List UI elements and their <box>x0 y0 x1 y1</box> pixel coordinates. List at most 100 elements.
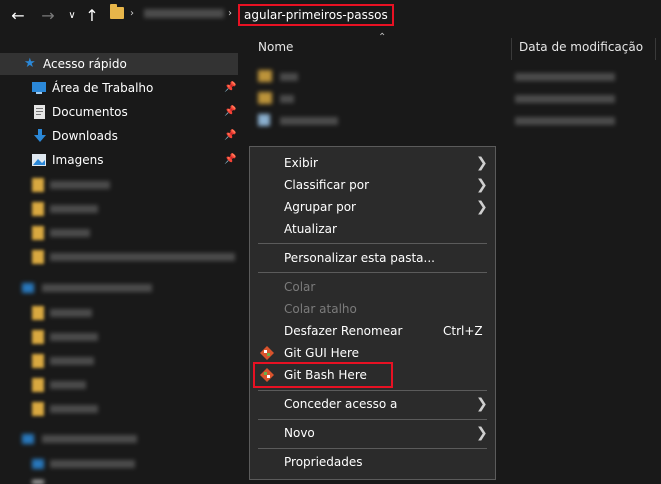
star-icon: ★ <box>24 56 36 71</box>
context-menu: Exibir ❯ Classificar por ❯ Agrupar por ❯… <box>249 146 496 480</box>
redacted-folder-name <box>50 405 98 413</box>
drive-icon <box>22 283 34 293</box>
menu-item-new[interactable]: Novo ❯ <box>250 422 495 444</box>
pin-icon[interactable]: 📌 <box>224 77 236 99</box>
sidebar-item-label: Imagens <box>52 153 104 167</box>
address-bar-row: ← → ∨ ↑ › › agular-primeiros-passos <box>0 0 661 32</box>
redacted-folder-name <box>50 205 98 213</box>
breadcrumb-current[interactable]: agular-primeiros-passos <box>238 4 394 26</box>
redacted-folder-name <box>50 381 86 389</box>
chevron-right-icon: ❯ <box>476 425 488 441</box>
sidebar-item-pictures[interactable]: Imagens 📌 <box>0 149 238 171</box>
menu-item-give-access[interactable]: Conceder acesso a ❯ <box>250 393 495 415</box>
arrow-right-icon[interactable]: → <box>38 6 58 26</box>
redacted-folder-name <box>42 435 137 443</box>
sidebar-item-downloads[interactable]: Downloads 📌 <box>0 125 238 147</box>
menu-item-label: Colar atalho <box>284 302 357 316</box>
pin-icon[interactable]: 📌 <box>224 101 236 123</box>
redacted-date <box>515 117 615 125</box>
menu-item-git-gui-here[interactable]: Git GUI Here <box>250 342 495 364</box>
folder-icon <box>258 70 272 82</box>
file-icon <box>258 114 270 126</box>
menu-item-undo-rename[interactable]: Desfazer Renomear Ctrl+Z <box>250 320 495 342</box>
redacted-folder-name <box>50 460 135 468</box>
breadcrumb-separator-icon: › <box>228 8 232 19</box>
column-divider[interactable] <box>511 38 512 60</box>
menu-item-label: Conceder acesso a <box>284 397 398 411</box>
menu-item-customize-folder[interactable]: Personalizar esta pasta... <box>250 247 495 269</box>
menu-item-label: Exibir <box>284 156 318 170</box>
chevron-down-icon[interactable]: ∨ <box>62 6 82 26</box>
breadcrumb-separator-icon: › <box>130 8 134 19</box>
menu-separator <box>258 390 487 391</box>
sort-ascending-icon: ⌃ <box>378 32 387 43</box>
menu-item-label: Personalizar esta pasta... <box>284 251 435 265</box>
menu-item-label: Git GUI Here <box>284 346 360 360</box>
drive-icon <box>32 459 44 469</box>
redacted-file-name <box>280 73 298 81</box>
chevron-right-icon: ❯ <box>476 396 488 412</box>
menu-separator <box>258 272 487 273</box>
pin-icon[interactable]: 📌 <box>224 149 236 171</box>
menu-item-sort-by[interactable]: Classificar por ❯ <box>250 174 495 196</box>
shortcut-label: Ctrl+Z <box>443 324 483 338</box>
folder-icon <box>32 306 44 320</box>
menu-item-label: Novo <box>284 426 315 440</box>
redacted-folder-name <box>50 253 235 261</box>
desktop-icon <box>32 82 46 94</box>
redacted-folder-name <box>50 229 90 237</box>
chevron-right-icon: ❯ <box>476 199 488 215</box>
folder-icon <box>32 202 44 216</box>
menu-item-properties[interactable]: Propriedades <box>250 451 495 473</box>
menu-separator <box>258 243 487 244</box>
folder-icon <box>110 4 124 19</box>
arrow-up-icon[interactable]: ↑ <box>82 6 102 26</box>
column-header-modified[interactable]: Data de modificação <box>519 40 643 54</box>
chevron-right-icon: ❯ <box>476 155 488 171</box>
column-divider[interactable] <box>655 38 656 60</box>
menu-separator <box>258 419 487 420</box>
folder-icon <box>32 330 44 344</box>
folder-icon <box>258 92 272 104</box>
file-icon <box>32 480 44 484</box>
menu-separator <box>258 448 487 449</box>
redacted-folder-name <box>42 284 152 292</box>
folder-icon <box>32 378 44 392</box>
pin-icon[interactable]: 📌 <box>224 125 236 147</box>
redacted-date <box>515 73 615 81</box>
sidebar-item-documents[interactable]: Documentos 📌 <box>0 101 238 123</box>
redacted-folder-name <box>50 357 94 365</box>
menu-item-view[interactable]: Exibir ❯ <box>250 152 495 174</box>
redacted-date <box>515 95 615 103</box>
menu-item-group-by[interactable]: Agrupar por ❯ <box>250 196 495 218</box>
menu-item-paste: Colar <box>250 276 495 298</box>
menu-item-label: Desfazer Renomear <box>284 324 403 338</box>
sidebar-item-label: Downloads <box>52 129 118 143</box>
drive-icon <box>22 434 34 444</box>
arrow-left-icon[interactable]: ← <box>8 6 28 26</box>
menu-item-paste-shortcut: Colar atalho <box>250 298 495 320</box>
download-icon <box>34 129 46 142</box>
menu-item-label: Classificar por <box>284 178 370 192</box>
menu-item-label: Colar <box>284 280 316 294</box>
folder-icon <box>32 226 44 240</box>
sidebar-item-label: Documentos <box>52 105 128 119</box>
sidebar-item-label: Acesso rápido <box>43 57 127 71</box>
sidebar-item-desktop[interactable]: Área de Trabalho 📌 <box>0 77 238 99</box>
menu-item-label: Atualizar <box>284 222 337 236</box>
sidebar-item-quick-access[interactable]: ★ Acesso rápido <box>0 53 238 75</box>
chevron-right-icon: ❯ <box>476 177 488 193</box>
redacted-folder-name <box>50 181 110 189</box>
menu-item-label: Propriedades <box>284 455 363 469</box>
folder-icon <box>32 250 44 264</box>
menu-item-label: Agrupar por <box>284 200 356 214</box>
menu-item-refresh[interactable]: Atualizar <box>250 218 495 240</box>
folder-icon <box>32 178 44 192</box>
column-header-name[interactable]: Nome <box>258 40 293 54</box>
highlight-box <box>253 362 393 388</box>
redacted-folder-name <box>50 309 92 317</box>
documents-icon <box>34 105 45 119</box>
redacted-file-name <box>280 95 294 103</box>
sidebar-item-label: Área de Trabalho <box>52 81 154 95</box>
pictures-icon <box>32 154 46 166</box>
